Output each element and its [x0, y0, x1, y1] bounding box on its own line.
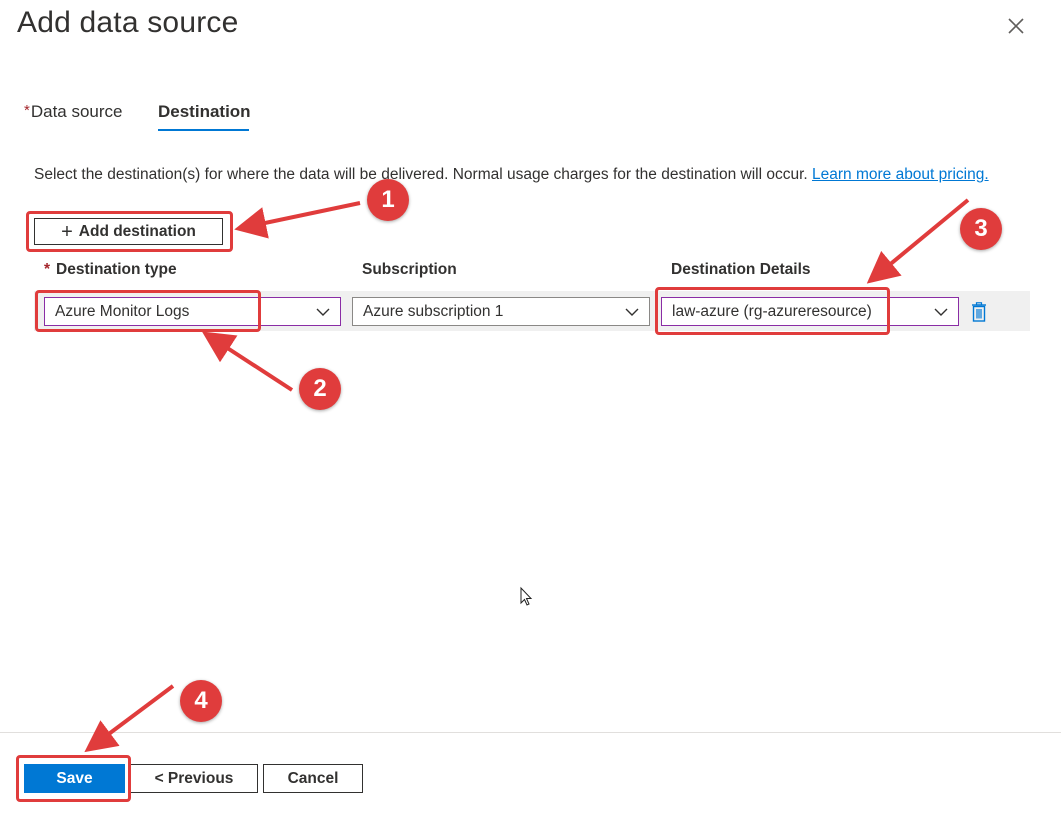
- chevron-down-icon: [934, 308, 948, 316]
- tab-data-source-label: Data source: [30, 102, 123, 121]
- highlight-box-add-destination: [26, 211, 233, 252]
- step-badge-2: 2: [299, 368, 341, 410]
- page-title: Add data source: [17, 6, 239, 39]
- step-badge-1: 1: [367, 179, 409, 221]
- tab-data-source[interactable]: *Data source: [24, 102, 123, 122]
- arrow-4: [84, 684, 175, 753]
- required-marker: *: [24, 102, 30, 119]
- column-header-label: Destination type: [56, 261, 177, 278]
- highlight-box-destination-type: [35, 290, 261, 332]
- description-body: Select the destination(s) for where the …: [34, 166, 808, 183]
- column-header-subscription: Subscription: [362, 261, 457, 278]
- column-header-destination-type: * Destination type: [44, 261, 177, 279]
- previous-button[interactable]: < Previous: [130, 764, 258, 793]
- arrow-3: [866, 198, 970, 284]
- chevron-down-icon: [625, 308, 639, 316]
- tab-destination[interactable]: Destination: [158, 102, 251, 122]
- tab-destination-label: Destination: [158, 102, 251, 121]
- mouse-cursor-icon: [520, 586, 533, 606]
- annotation-arrows: [84, 198, 970, 753]
- chevron-down-icon: [316, 308, 330, 316]
- arrow-2: [201, 331, 294, 392]
- column-header-destination-details: Destination Details: [671, 261, 811, 278]
- footer-divider: [0, 732, 1061, 733]
- cancel-button[interactable]: Cancel: [263, 764, 363, 793]
- highlight-box-destination-details: [655, 287, 890, 335]
- step-badge-4: 4: [180, 680, 222, 722]
- pricing-link[interactable]: Learn more about pricing.: [812, 166, 989, 183]
- subscription-value: Azure subscription 1: [363, 302, 504, 320]
- close-icon[interactable]: [1004, 14, 1028, 38]
- description-text: Select the destination(s) for where the …: [34, 164, 994, 186]
- active-tab-indicator: [158, 129, 249, 131]
- highlight-box-save: [16, 755, 131, 802]
- required-marker: *: [44, 261, 51, 278]
- arrow-1: [234, 201, 361, 239]
- step-badge-3: 3: [960, 208, 1002, 250]
- delete-icon[interactable]: [970, 302, 988, 322]
- subscription-select[interactable]: Azure subscription 1: [352, 297, 650, 326]
